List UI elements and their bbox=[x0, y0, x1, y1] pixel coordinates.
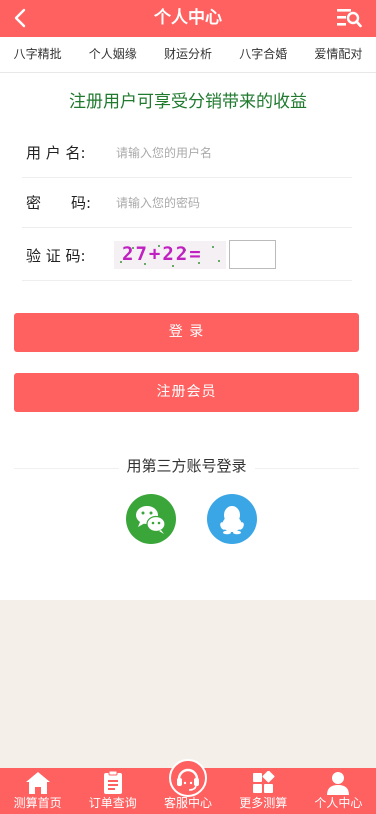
wechat-icon bbox=[136, 506, 166, 534]
third-party-divider: 用第三方账号登录 bbox=[14, 453, 359, 483]
top-header: 个人中心 bbox=[0, 0, 376, 37]
qq-penguin-icon bbox=[220, 506, 244, 535]
captcha-row: 验 证 码: 27+22= bbox=[22, 231, 352, 281]
category-love-match[interactable]: 爱情配对 bbox=[301, 37, 376, 72]
username-input[interactable] bbox=[116, 138, 346, 168]
promo-text: 注册用户可享受分销带来的收益 bbox=[69, 92, 307, 112]
tab-label-service: 客服中心 bbox=[164, 796, 213, 810]
login-button[interactable]: 登 录 bbox=[14, 313, 359, 352]
bottom-tab-bar: 测算首页 订单查询 客服中心 更多测算 个人中心 bbox=[0, 759, 376, 814]
captcha-label: 验 证 码: bbox=[26, 247, 86, 265]
tab-home[interactable]: 测算首页 bbox=[0, 768, 75, 814]
password-label: 密 码: bbox=[26, 194, 92, 212]
tab-profile[interactable]: 个人中心 bbox=[301, 768, 376, 814]
captcha-code: 27+22= bbox=[122, 243, 203, 265]
tab-label-orders: 订单查询 bbox=[88, 796, 137, 810]
tab-label-home: 测算首页 bbox=[13, 796, 62, 810]
user-icon bbox=[327, 772, 350, 795]
list-search-icon[interactable] bbox=[336, 6, 362, 30]
third-party-title: 用第三方账号登录 bbox=[118, 455, 255, 476]
service-bubble bbox=[169, 759, 207, 797]
grid-icon bbox=[253, 771, 275, 793]
login-panel: 注册用户可享受分销带来的收益 用 户 名: 密 码: 验 证 码: 27+22=… bbox=[0, 73, 376, 600]
category-personal-marriage[interactable]: 个人姻缘 bbox=[75, 37, 150, 72]
captcha-input[interactable] bbox=[229, 240, 276, 269]
register-button[interactable]: 注册会员 bbox=[14, 373, 359, 412]
password-input[interactable] bbox=[116, 188, 346, 218]
tab-orders[interactable]: 订单查询 bbox=[75, 768, 150, 814]
home-icon bbox=[25, 772, 50, 794]
category-bazi-hehun[interactable]: 八字合婚 bbox=[226, 37, 301, 72]
password-row: 密 码: bbox=[22, 178, 352, 228]
tab-label-profile: 个人中心 bbox=[314, 796, 363, 810]
category-wealth-analysis[interactable]: 财运分析 bbox=[150, 37, 225, 72]
category-nav: 八字精批 个人姻缘 财运分析 八字合婚 爱情配对 bbox=[0, 37, 376, 73]
qq-login-button[interactable] bbox=[207, 494, 257, 544]
order-list-icon bbox=[103, 771, 122, 794]
tab-label-more: 更多测算 bbox=[239, 796, 288, 810]
captcha-image[interactable]: 27+22= bbox=[114, 241, 226, 269]
category-bazi-jingpi[interactable]: 八字精批 bbox=[0, 37, 75, 72]
tab-service[interactable]: 客服中心 bbox=[150, 759, 225, 814]
headset-icon bbox=[177, 768, 199, 791]
tab-more[interactable]: 更多测算 bbox=[226, 768, 301, 814]
username-row: 用 户 名: bbox=[22, 128, 352, 178]
page-title: 个人中心 bbox=[154, 8, 222, 28]
wechat-login-button[interactable] bbox=[126, 494, 176, 544]
username-label: 用 户 名: bbox=[26, 144, 86, 162]
